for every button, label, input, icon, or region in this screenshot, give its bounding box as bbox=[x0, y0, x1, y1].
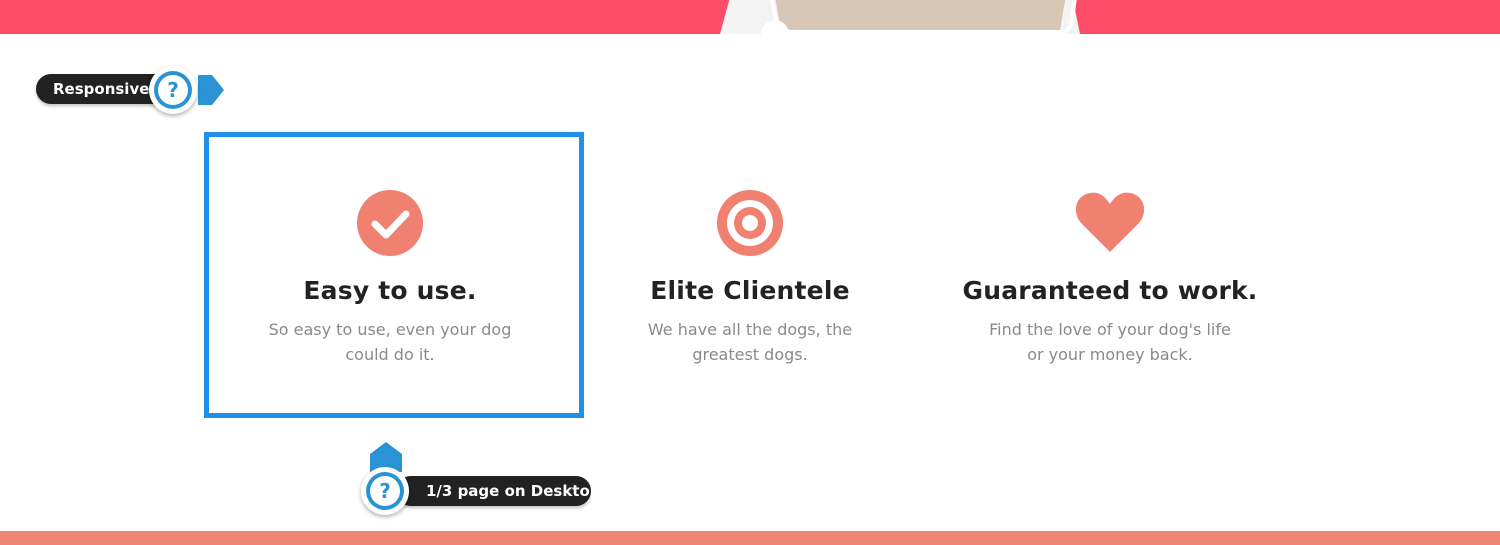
desktop-badge-label: 1/3 page on Desktop bbox=[396, 476, 601, 506]
feature-guaranteed: Guaranteed to work. Find the love of you… bbox=[920, 190, 1300, 367]
help-marker-bottom[interactable]: ? bbox=[361, 467, 409, 515]
feature-description: We have all the dogs, the greatest dogs. bbox=[647, 320, 853, 364]
feature-title: Elite Clientele bbox=[650, 276, 850, 305]
hero-band bbox=[0, 0, 1500, 34]
feature-title: Guaranteed to work. bbox=[962, 276, 1258, 305]
question-mark-icon: ? bbox=[370, 476, 400, 506]
pointer-right-icon bbox=[198, 75, 224, 105]
feature-elite-clientele: Elite Clientele We have all the dogs, th… bbox=[560, 190, 940, 367]
help-marker-top[interactable]: ? bbox=[149, 66, 197, 114]
heart-icon bbox=[1075, 192, 1145, 252]
feature-title: Easy to use. bbox=[303, 276, 477, 305]
checkmark-circle-icon bbox=[357, 190, 423, 256]
footer-band bbox=[0, 531, 1500, 545]
target-icon bbox=[717, 190, 783, 256]
feature-description: So easy to use, even your dog could do i… bbox=[268, 320, 512, 364]
feature-description: Find the love of your dog's life or your… bbox=[989, 320, 1231, 364]
question-mark-icon: ? bbox=[158, 75, 188, 105]
feature-easy-to-use: Easy to use. So easy to use, even your d… bbox=[200, 190, 580, 367]
phone-mockup-image bbox=[720, 0, 1080, 34]
